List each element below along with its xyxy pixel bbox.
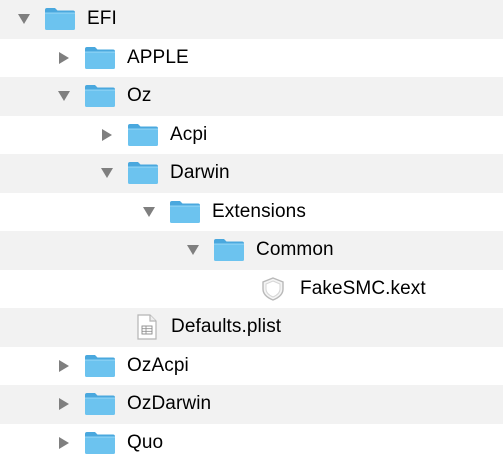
- tree-row-efi[interactable]: EFI: [0, 0, 503, 39]
- tree-row-darwin[interactable]: Darwin: [0, 154, 503, 193]
- folder-icon: [44, 7, 76, 31]
- disclosure-triangle-right-icon[interactable]: [57, 51, 71, 65]
- tree-row-ozdarwin[interactable]: OzDarwin: [0, 385, 503, 424]
- tree-row-fakesmc-kext[interactable]: FakeSMC.kext: [0, 270, 503, 309]
- disclosure-triangle-down-icon[interactable]: [186, 243, 200, 257]
- tree-row-acpi[interactable]: Acpi: [0, 116, 503, 155]
- tree-row-label: Oz: [127, 85, 152, 107]
- disclosure-triangle-down-icon[interactable]: [17, 12, 31, 26]
- folder-icon: [169, 200, 201, 224]
- tree-row-label: Acpi: [170, 123, 208, 145]
- tree-row-quo[interactable]: Quo: [0, 424, 503, 462]
- tree-row-label: Darwin: [170, 162, 230, 184]
- tree-row-extensions[interactable]: Extensions: [0, 193, 503, 232]
- tree-row-oz[interactable]: Oz: [0, 77, 503, 116]
- tree-row-ozacpi[interactable]: OzAcpi: [0, 347, 503, 386]
- tree-row-label: OzAcpi: [127, 354, 189, 376]
- tree-row-common[interactable]: Common: [0, 231, 503, 270]
- disclosure-triangle-down-icon[interactable]: [142, 205, 156, 219]
- folder-icon: [84, 431, 116, 455]
- tree-row-label: Extensions: [212, 200, 306, 222]
- tree-row-label: Defaults.plist: [171, 316, 282, 338]
- folder-icon: [127, 161, 159, 185]
- folder-icon: [84, 84, 116, 108]
- tree-row-label: EFI: [87, 8, 117, 30]
- kext-bundle-icon: [260, 276, 286, 302]
- plist-file-icon: [136, 314, 158, 340]
- finder-list-view: EFI APPLE Oz Acpi Darwin Extensions Comm…: [0, 0, 503, 462]
- tree-row-label: OzDarwin: [127, 393, 212, 415]
- disclosure-triangle-right-icon[interactable]: [100, 128, 114, 142]
- tree-row-label: Common: [256, 239, 334, 261]
- disclosure-triangle-right-icon[interactable]: [57, 436, 71, 450]
- disclosure-triangle-right-icon[interactable]: [57, 359, 71, 373]
- folder-icon: [84, 46, 116, 70]
- tree-row-defaults-plist[interactable]: Defaults.plist: [0, 308, 503, 347]
- folder-icon: [127, 123, 159, 147]
- folder-icon: [84, 392, 116, 416]
- folder-icon: [84, 354, 116, 378]
- disclosure-triangle-down-icon[interactable]: [57, 89, 71, 103]
- folder-icon: [213, 238, 245, 262]
- tree-row-label: APPLE: [127, 46, 189, 68]
- tree-row-apple[interactable]: APPLE: [0, 39, 503, 78]
- disclosure-triangle-down-icon[interactable]: [100, 166, 114, 180]
- tree-row-label: Quo: [127, 431, 164, 453]
- tree-row-label: FakeSMC.kext: [300, 277, 426, 299]
- disclosure-triangle-right-icon[interactable]: [57, 397, 71, 411]
